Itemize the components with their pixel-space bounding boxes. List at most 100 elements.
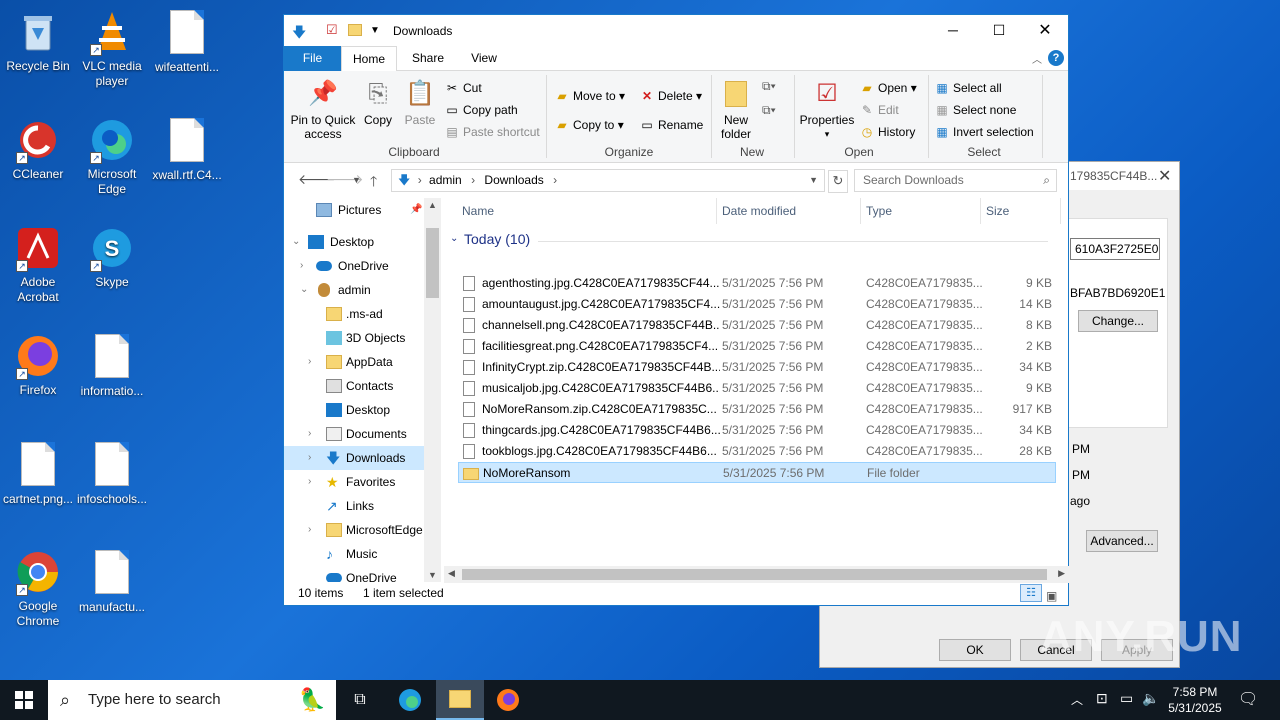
nav-item-downloads[interactable]: › 🡇 Downloads (284, 446, 439, 470)
select-all-button[interactable]: ▦ Select all (934, 79, 1001, 97)
new-folder-button[interactable]: New folder (716, 77, 756, 141)
file-icon[interactable]: manufactu... (74, 548, 150, 615)
pin-quick-access-button[interactable]: 📌 Pin to Quick access (290, 77, 356, 142)
history-button[interactable]: ◷ History (859, 123, 916, 141)
chevron-down-icon[interactable]: ▼ (809, 170, 818, 191)
scroll-right-icon[interactable]: ▶ (1058, 568, 1065, 579)
rename-button[interactable]: ▭ Rename (639, 116, 703, 134)
details-view-icon[interactable]: ☷ (1020, 584, 1042, 602)
table-row[interactable]: amountaugust.jpg.C428C0EA7179835CF4... 5/… (458, 294, 1056, 315)
close-icon[interactable]: ✕ (1158, 166, 1171, 186)
nav-item-3d-objects[interactable]: 3D Objects (284, 326, 439, 350)
notifications-icon[interactable]: 🗨 (1238, 689, 1258, 709)
table-row[interactable]: thingcards.jpg.C428C0EA7179835CF44B6... 5… (458, 420, 1056, 441)
nav-item-documents[interactable]: › Documents (284, 422, 439, 446)
table-row[interactable]: musicaljob.jpg.C428C0EA7179835CF44B6... 5… (458, 378, 1056, 399)
scroll-up-icon[interactable]: ▲ (428, 200, 437, 210)
tab-view[interactable]: View (459, 46, 509, 71)
tab-home[interactable]: Home (341, 46, 397, 72)
firefox-taskbar-icon[interactable] (484, 680, 532, 720)
recycle-bin-icon[interactable]: Recycle Bin (0, 8, 76, 74)
table-row[interactable]: InfinityCrypt.zip.C428C0EA7179835CF44B..… (458, 357, 1056, 378)
search-input[interactable]: Search Downloads ⌕ (854, 169, 1057, 192)
close-button[interactable]: ✕ (1022, 15, 1068, 46)
explorer-taskbar-icon[interactable] (436, 680, 484, 720)
tab-file[interactable]: File (284, 46, 341, 71)
invert-selection-button[interactable]: ▦ Invert selection (934, 123, 1033, 141)
nav-item-contacts[interactable]: Contacts (284, 374, 439, 398)
copy-button[interactable]: ⎘ Copy (360, 77, 396, 128)
edge-taskbar-icon[interactable] (386, 680, 434, 720)
column-type[interactable]: Type (861, 198, 981, 224)
scroll-thumb[interactable] (462, 569, 1047, 580)
nav-item-microsoftedge[interactable]: › MicrosoftEdge (284, 518, 439, 542)
edge-icon[interactable]: ↗ Microsoft Edge (74, 116, 150, 197)
nav-item-appdata[interactable]: › AppData (284, 350, 439, 374)
minimize-button[interactable]: ─ (930, 15, 976, 46)
folder-icon[interactable] (348, 24, 362, 36)
edit-button[interactable]: ✎ Edit (859, 101, 899, 119)
ccleaner-icon[interactable]: ↗ CCleaner (0, 116, 76, 182)
paste-shortcut-button[interactable]: ▤ Paste shortcut (444, 123, 539, 141)
nav-item-ms-ad[interactable]: .ms-ad (284, 302, 439, 326)
nav-item-music[interactable]: ♪ Music (284, 542, 439, 566)
volume-icon[interactable]: 🔈 (1142, 690, 1159, 707)
table-row[interactable]: tookblogs.jpg.C428C0EA7179835CF44B6... 5/… (458, 441, 1056, 462)
help-icon[interactable]: ? (1048, 50, 1064, 66)
tab-share[interactable]: Share (404, 46, 452, 71)
taskbar-search[interactable]: ⌕ Type here to search 🦜 (48, 680, 336, 720)
maximize-button[interactable]: ☐ (976, 15, 1022, 46)
file-icon[interactable]: xwall.rtf.C4... (149, 116, 225, 183)
table-row[interactable]: facilitiesgreat.png.C428C0EA7179835CF4..… (458, 336, 1056, 357)
nav-scrollbar[interactable]: ▲ ▼ (424, 198, 441, 582)
change-button[interactable]: Change... (1078, 310, 1158, 332)
chevron-up-icon[interactable]: ︿ (1071, 691, 1083, 708)
properties-icon[interactable]: ☑ (326, 22, 338, 38)
breadcrumb-downloads[interactable]: Downloads (484, 173, 543, 187)
table-row[interactable]: NoMoreRansom 5/31/2025 7:56 PM File folder (458, 462, 1056, 483)
scroll-thumb[interactable] (426, 228, 439, 298)
nav-item-onedrive[interactable]: › OneDrive (284, 254, 439, 278)
file-icon[interactable]: informatio... (74, 332, 150, 399)
paste-button[interactable]: 📋 Paste (402, 77, 438, 128)
easy-access-icon[interactable]: ⧉▾ (762, 101, 776, 119)
ok-button[interactable]: OK (939, 639, 1011, 661)
nav-item-desktop[interactable]: ⌄ Desktop (284, 230, 439, 254)
table-row[interactable]: NoMoreRansom.zip.C428C0EA7179835C... 5/31… (458, 399, 1056, 420)
chevron-up-icon[interactable]: ︿ (1032, 51, 1042, 66)
task-view-icon[interactable]: ⧉ (336, 680, 384, 720)
nav-item-desktop-2[interactable]: Desktop (284, 398, 439, 422)
scroll-down-icon[interactable]: ▼ (428, 570, 437, 580)
network-icon[interactable]: ⊡ (1096, 690, 1108, 707)
column-name[interactable]: Name (457, 198, 717, 224)
nav-item-admin[interactable]: ⌄ admin (284, 278, 439, 302)
up-icon[interactable]: 🡑 (370, 171, 377, 195)
chrome-icon[interactable]: ↗ Google Chrome (0, 548, 76, 629)
breadcrumb-admin[interactable]: admin (429, 173, 462, 187)
file-icon[interactable]: infoschools... (74, 440, 150, 507)
column-size[interactable]: Size (981, 198, 1061, 224)
acrobat-icon[interactable]: ↗ Adobe Acrobat (0, 224, 76, 305)
firefox-icon[interactable]: ↗ Firefox (0, 332, 76, 398)
nav-item-favorites[interactable]: › ★ Favorites (284, 470, 439, 494)
down-arrow-icon[interactable]: 🡇 (292, 22, 306, 46)
select-none-button[interactable]: ▦ Select none (934, 101, 1016, 119)
nav-item-pictures[interactable]: Pictures 📌 (284, 198, 439, 222)
advanced-button[interactable]: Advanced... (1086, 530, 1158, 552)
display-icon[interactable]: ▭ (1120, 690, 1133, 707)
vlc-icon[interactable]: ↗ VLC media player (74, 8, 150, 89)
chevron-down-icon[interactable]: ⌄ (450, 233, 458, 244)
new-item-icon[interactable]: ⧉▾ (762, 77, 776, 95)
address-bar[interactable]: 🡇 › admin › Downloads › ▼ (391, 169, 825, 192)
clock[interactable]: 7:58 PM 5/31/2025 (1166, 684, 1224, 716)
nav-item-onedrive-2[interactable]: OneDrive (284, 566, 439, 582)
chevron-down-icon[interactable]: ▼ (370, 25, 380, 36)
skype-icon[interactable]: S ↗ Skype (74, 224, 150, 290)
open-button[interactable]: ▰ Open ▾ (859, 79, 916, 97)
delete-button[interactable]: ✕ Delete ▾ (639, 87, 702, 105)
table-row[interactable]: agenthosting.jpg.C428C0EA7179835CF44... 5… (458, 273, 1056, 294)
large-icons-view-icon[interactable]: ▣ (1046, 584, 1057, 608)
copy-to-button[interactable]: ▰ Copy to ▾ (554, 116, 623, 134)
dialog-field[interactable]: 610A3F2725E0B0 (1070, 238, 1160, 260)
table-row[interactable]: channelsell.png.C428C0EA7179835CF44B... 5… (458, 315, 1056, 336)
